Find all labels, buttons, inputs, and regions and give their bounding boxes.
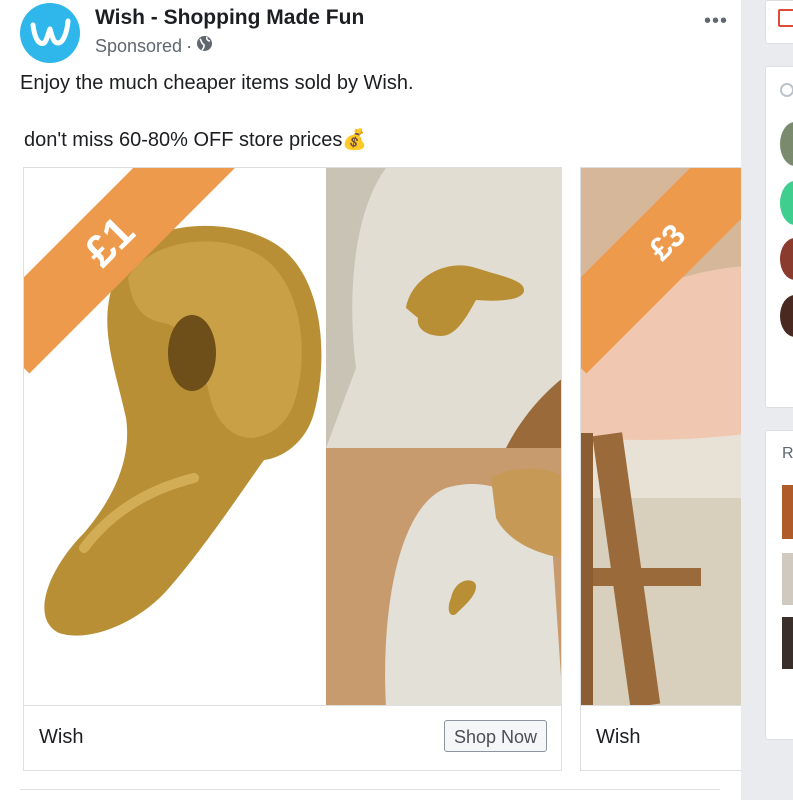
post-text-line1: Enjoy the much cheaper items sold by Wis… (20, 72, 414, 94)
sponsored-label[interactable]: Sponsored (95, 36, 182, 57)
product-photo-bottom-right (326, 448, 561, 707)
carousel-card-footer[interactable]: Wish Shop Now (24, 705, 561, 770)
price-label: £3 (641, 216, 693, 268)
post-text-line2: don't miss 60-80% OFF store prices💰 (24, 127, 367, 152)
carousel-card-title[interactable]: Wish (39, 726, 83, 749)
related-thumbnail[interactable] (782, 617, 793, 669)
rail-card-top[interactable] (765, 0, 793, 44)
post-text-line2-content: don't miss 60-80% OFF store prices (24, 129, 343, 151)
price-label: £1 (75, 207, 145, 277)
separator-dot: · (186, 35, 193, 56)
globe-icon[interactable] (196, 35, 213, 57)
avatar[interactable] (780, 238, 793, 280)
carousel-card-image[interactable]: £1 (24, 168, 561, 707)
rail-card-related[interactable]: R (765, 430, 793, 740)
page-name[interactable]: Wish - Shopping Made Fun (95, 6, 364, 30)
related-thumbnail[interactable] (782, 553, 793, 605)
money-bag-icon: 💰 (342, 129, 368, 151)
rail-section-label: R (782, 445, 793, 462)
calendar-icon (778, 9, 793, 27)
wish-logo-icon (30, 18, 71, 46)
carousel-card[interactable]: £1 Wish Shop Now (23, 167, 562, 771)
wish-logo-avatar[interactable] (20, 3, 80, 63)
avatar[interactable] (780, 295, 793, 337)
related-thumbnail[interactable] (782, 485, 793, 539)
more-options-button[interactable]: ••• (704, 10, 728, 33)
search-icon[interactable] (780, 83, 793, 97)
feed-column: Wish - Shopping Made Fun Sponsored · •••… (0, 0, 780, 800)
sponsored-row: Sponsored · (95, 35, 213, 57)
post-divider (20, 789, 720, 790)
rail-card-contacts[interactable] (765, 66, 793, 408)
avatar[interactable] (780, 181, 793, 225)
carousel-card-title[interactable]: Wish (596, 726, 640, 749)
product-photo-top-right (326, 168, 561, 448)
shop-now-button[interactable]: Shop Now (443, 720, 547, 752)
right-rail: R (741, 0, 793, 800)
avatar[interactable] (780, 122, 793, 166)
